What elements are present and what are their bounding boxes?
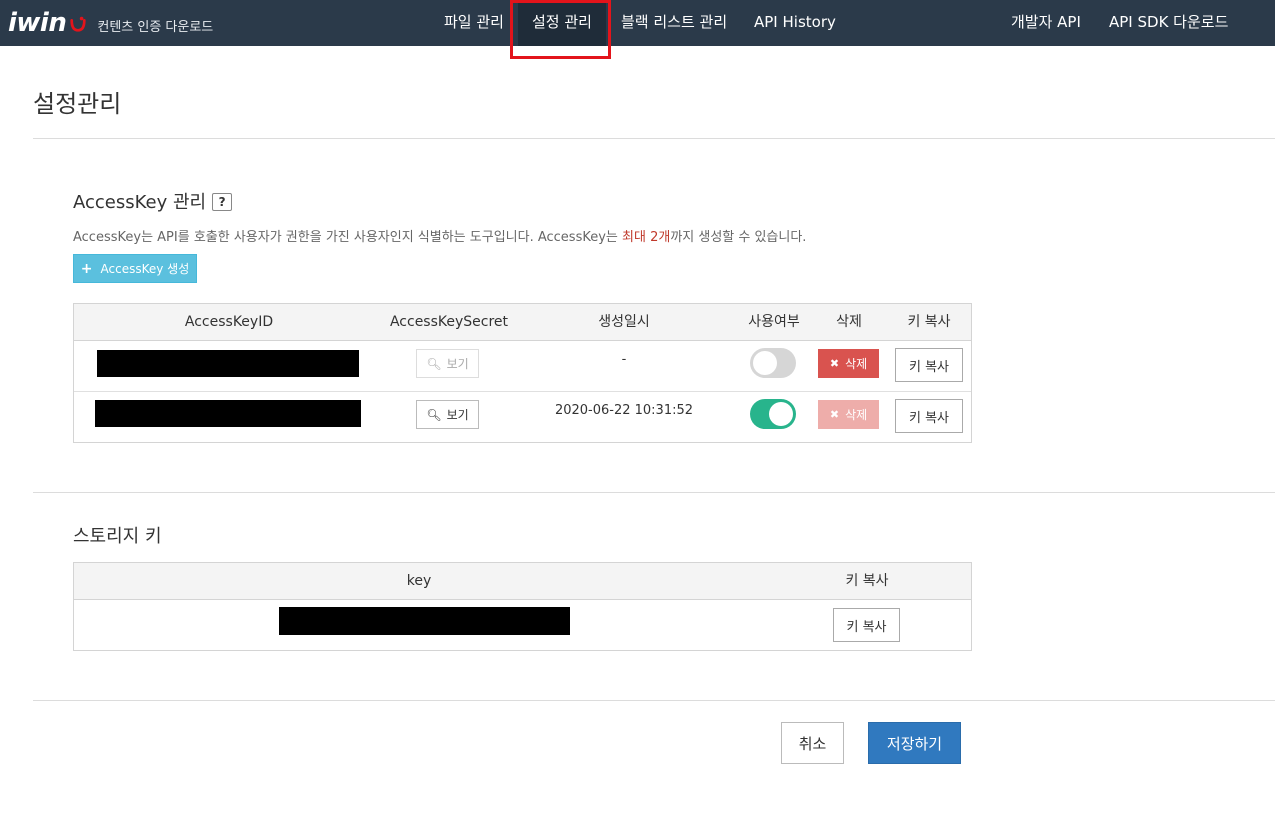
delete-label: 삭제 [845,357,868,371]
divider [33,492,1275,493]
plus-icon: + [80,260,93,277]
copy-key-button[interactable]: 키 복사 [895,399,963,433]
close-icon: ✖ [829,357,840,370]
nav-api-sdk-download[interactable]: API SDK 다운로드 [1109,0,1228,46]
column-header-copy: 키 복사 [845,573,889,589]
table-row: 키 복사 [74,600,971,651]
column-header-key: key [406,573,432,589]
create-accesskey-label: AccessKey 생성 [100,262,190,276]
table-row: 🔍︎ 보기 2020-06-22 10:31:52 ✖ 삭제 키 복사 [74,392,971,443]
view-secret-button[interactable]: 🔍︎ 보기 [416,349,479,378]
view-secret-button[interactable]: 🔍︎ 보기 [416,400,479,429]
accesskey-section-title: AccessKey 관리? [73,188,233,214]
logo-subtitle: 컨텐츠 인증 다운로드 [97,19,214,35]
create-accesskey-button[interactable]: + AccessKey 생성 [73,254,197,283]
description-text: AccessKey는 API를 호출한 사용자가 권한을 가진 사용자인지 식별… [73,230,623,245]
redacted-storage-key [279,607,570,635]
logo-text: iwin [8,8,67,38]
divider [33,700,1275,701]
column-header-accesskeysecret: AccessKeySecret [389,314,509,330]
delete-button[interactable]: ✖ 삭제 [818,349,879,378]
toggle-knob [769,402,793,426]
copy-key-button[interactable]: 키 복사 [895,348,963,382]
column-header-created-at: 생성일시 [598,314,650,330]
search-icon: 🔍︎ [426,407,442,422]
created-at-value: 2020-06-22 10:31:52 [554,403,694,418]
accesskey-table: AccessKeyID AccessKeySecret 생성일시 사용여부 삭제… [73,303,972,443]
close-icon: ✖ [829,408,840,421]
accesskey-description: AccessKey는 API를 호출한 사용자가 권한을 가진 사용자인지 식별… [73,226,806,245]
redacted-accesskey-id [97,350,359,377]
nav-api-history[interactable]: API History [754,0,836,46]
enabled-toggle[interactable] [750,399,796,429]
nav-settings-management[interactable]: 설정 관리 [518,0,606,46]
accesskey-title-text: AccessKey 관리 [73,192,207,213]
toggle-knob [753,351,777,375]
enabled-toggle[interactable] [750,348,796,378]
page-title: 설정관리 [33,90,122,118]
search-icon: 🔍︎ [426,356,442,371]
delete-button[interactable]: ✖ 삭제 [818,400,879,429]
copy-key-button[interactable]: 키 복사 [833,608,900,642]
top-navigation-bar: iwin 컨텐츠 인증 다운로드 파일 관리 설정 관리 블랙 리스트 관리 A… [0,0,1275,46]
view-secret-label: 보기 [446,408,469,422]
column-header-copy: 키 복사 [907,314,951,330]
view-secret-label: 보기 [446,357,469,371]
smile-logo-icon [70,16,87,32]
table-header: key 키 복사 [74,563,971,600]
table-header: AccessKeyID AccessKeySecret 생성일시 사용여부 삭제… [74,304,971,341]
cancel-button[interactable]: 취소 [781,722,844,764]
nav-blacklist-management[interactable]: 블랙 리스트 관리 [621,0,727,46]
column-header-delete: 삭제 [836,314,862,330]
column-header-accesskeyid: AccessKeyID [184,314,274,330]
storage-section-title: 스토리지 키 [73,526,162,547]
save-button[interactable]: 저장하기 [868,722,961,764]
created-at-value: - [621,352,627,367]
table-row: 🔍︎ 보기 - ✖ 삭제 키 복사 [74,341,971,392]
description-max-count: 최대 2개 [622,230,671,245]
delete-label: 삭제 [845,408,868,422]
redacted-accesskey-id [95,400,361,427]
description-text-end: 까지 생성할 수 있습니다. [670,230,807,245]
nav-developer-api[interactable]: 개발자 API [1011,0,1081,46]
divider [33,138,1275,139]
column-header-enabled: 사용여부 [748,314,800,330]
storage-key-table: key 키 복사 키 복사 [73,562,972,651]
nav-file-management[interactable]: 파일 관리 [444,0,504,46]
help-icon[interactable]: ? [212,193,233,211]
logo[interactable]: iwin 컨텐츠 인증 다운로드 [8,6,213,40]
